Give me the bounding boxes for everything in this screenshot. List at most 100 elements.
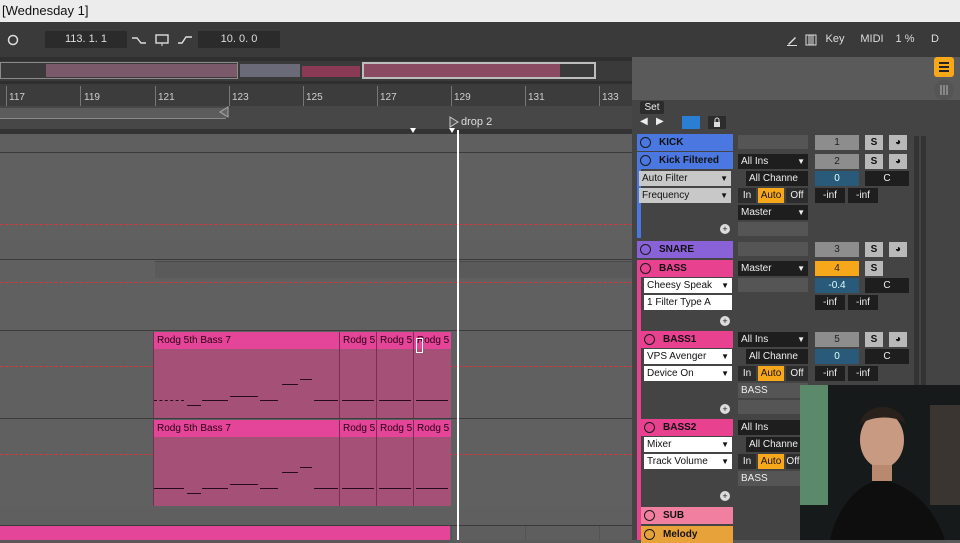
track-fold-icon[interactable] <box>640 155 651 166</box>
track-header-bass2[interactable]: BASS2 <box>641 419 733 436</box>
arrangement-overview[interactable] <box>0 57 632 84</box>
midi-clip[interactable]: Rodg 5 <box>413 420 451 506</box>
input-channel-chooser[interactable]: All Channe <box>746 171 808 186</box>
overview-viewport[interactable] <box>362 62 596 79</box>
track-fold-icon[interactable] <box>644 334 655 345</box>
expand-icon[interactable] <box>682 116 700 129</box>
monitor-auto-button[interactable]: Auto <box>758 454 784 469</box>
parameter-chooser[interactable]: Device On ▼ <box>644 366 732 381</box>
monitor-off-button[interactable]: Off <box>786 366 808 381</box>
input-type-chooser[interactable]: All Ins <box>738 420 800 435</box>
monitor-auto-button[interactable]: Auto <box>758 366 784 381</box>
loop-icon[interactable] <box>153 31 171 48</box>
keyboard-icon[interactable] <box>803 31 819 48</box>
beat-time-ruler[interactable]: 117 119 121 123 125 127 129 131 133 <box>0 84 632 107</box>
lane-snare[interactable] <box>0 241 632 260</box>
locator-label[interactable]: drop 2 <box>461 116 492 128</box>
view-toggle-icon[interactable] <box>934 80 954 100</box>
midi-clip[interactable]: Rodg 5 <box>376 420 413 506</box>
midi-clip[interactable]: Rodg 5 <box>339 420 376 506</box>
device-chooser[interactable]: Auto Filter ▼ <box>639 171 731 186</box>
track-fold-icon[interactable] <box>644 510 655 521</box>
lane-sub[interactable] <box>0 507 632 526</box>
track-header-bass1[interactable]: BASS1 <box>641 331 733 348</box>
midi-map-button[interactable]: MIDI <box>858 31 886 48</box>
output-chooser[interactable]: Master ▼ <box>738 261 808 276</box>
solo-button[interactable]: S <box>865 332 883 347</box>
punch-icon[interactable] <box>176 31 194 48</box>
track-header-sub[interactable]: SUB <box>641 507 733 524</box>
set-button[interactable]: Set <box>640 101 664 114</box>
solo-button[interactable]: S <box>865 154 883 169</box>
device-chooser[interactable]: VPS Avenger ▼ <box>644 349 732 364</box>
track-fold-icon[interactable] <box>640 263 651 274</box>
track-activator[interactable]: 3 <box>815 242 859 257</box>
track-header-kick[interactable]: KICK <box>637 134 733 151</box>
midi-clip[interactable]: Rodg 5 <box>339 332 376 418</box>
pan-field[interactable]: C <box>865 349 909 364</box>
lane-kick-filtered[interactable] <box>0 153 632 242</box>
track-activator[interactable]: 2 <box>815 154 859 169</box>
device-chooser[interactable]: Cheesy Speak ▼ <box>644 278 732 293</box>
parameter-chooser[interactable]: Frequency ▼ <box>639 188 731 203</box>
monitor-off-button[interactable]: Off <box>786 454 800 469</box>
scroll-right-icon[interactable]: ▶ <box>656 116 664 127</box>
track-fold-icon[interactable] <box>644 422 655 433</box>
track-activator[interactable]: 4 <box>815 261 859 276</box>
locator-bar[interactable]: drop 2 <box>0 106 632 134</box>
track-activator[interactable]: 5 <box>815 332 859 347</box>
volume-field[interactable]: 0 <box>815 349 859 364</box>
monitor-auto-button[interactable]: Auto <box>758 188 784 203</box>
solo-button[interactable]: S <box>865 242 883 257</box>
parameter-chooser[interactable]: 1 Filter Type A <box>644 295 732 310</box>
output-chooser[interactable]: BASS <box>738 383 808 398</box>
arm-icon[interactable]: ◕ <box>889 242 907 257</box>
volume-field[interactable]: 0 <box>815 171 859 186</box>
monitor-in-button[interactable]: In <box>738 454 756 469</box>
solo-button[interactable]: S <box>865 135 883 150</box>
output-chooser[interactable]: BASS <box>738 471 800 486</box>
midi-clip[interactable]: Rodg 5th Bass 7 <box>153 420 340 506</box>
input-type-chooser[interactable]: All Ins ▼ <box>738 332 808 347</box>
arm-icon[interactable]: ◕ <box>889 135 907 150</box>
add-lane-icon[interactable]: + <box>720 316 730 326</box>
loop-length-field[interactable]: 10. 0. 0 <box>198 31 280 48</box>
volume-field[interactable]: -0.4 <box>815 278 859 293</box>
pan-field[interactable]: C <box>865 171 909 186</box>
monitor-off-button[interactable]: Off <box>786 188 808 203</box>
input-type-chooser[interactable]: All Ins ▼ <box>738 154 808 169</box>
pencil-icon[interactable] <box>784 31 800 48</box>
track-fold-icon[interactable] <box>644 529 655 540</box>
lock-icon[interactable] <box>708 116 726 129</box>
solo-button[interactable]: S <box>865 261 883 276</box>
track-fold-icon[interactable] <box>640 137 651 148</box>
lane-kick[interactable] <box>0 134 632 153</box>
track-activator[interactable]: 1 <box>815 135 859 150</box>
track-header-bass[interactable]: BASS <box>637 260 733 277</box>
output-chooser[interactable]: Master ▼ <box>738 205 808 220</box>
input-channel-chooser[interactable]: All Channe <box>746 437 800 452</box>
melody-clip[interactable] <box>0 526 450 540</box>
midi-clip[interactable]: Rodg 5 <box>376 332 413 418</box>
record-icon[interactable] <box>6 31 20 48</box>
song-position-field[interactable]: 113. 1. 1 <box>45 31 127 48</box>
track-header-kick-filtered[interactable]: Kick Filtered <box>637 152 733 169</box>
monitor-in-button[interactable]: In <box>738 366 756 381</box>
add-lane-icon[interactable]: + <box>720 491 730 501</box>
scroll-left-icon[interactable]: ◀ <box>640 116 648 127</box>
track-fold-icon[interactable] <box>640 244 651 255</box>
arm-icon[interactable]: ◕ <box>889 154 907 169</box>
monitor-in-button[interactable]: In <box>738 188 756 203</box>
track-header-snare[interactable]: SNARE <box>637 241 733 258</box>
midi-clip[interactable]: Rodg 5th Bass 7 <box>153 332 340 418</box>
arrangement-view[interactable]: Rodg 5th Bass 7 Rodg 5 Rodg 5 Rodg 5 Rod… <box>0 130 632 540</box>
input-channel-chooser[interactable]: All Channe <box>746 349 808 364</box>
parameter-chooser[interactable]: Track Volume ▼ <box>644 454 732 469</box>
add-lane-icon[interactable]: + <box>720 404 730 414</box>
loop-end-marker-icon[interactable] <box>218 106 230 118</box>
locator-icon[interactable] <box>449 116 459 128</box>
follow-icon[interactable] <box>130 31 148 48</box>
add-lane-icon[interactable]: + <box>720 224 730 234</box>
device-chooser[interactable]: Mixer ▼ <box>644 437 732 452</box>
key-map-button[interactable]: Key <box>822 31 848 48</box>
